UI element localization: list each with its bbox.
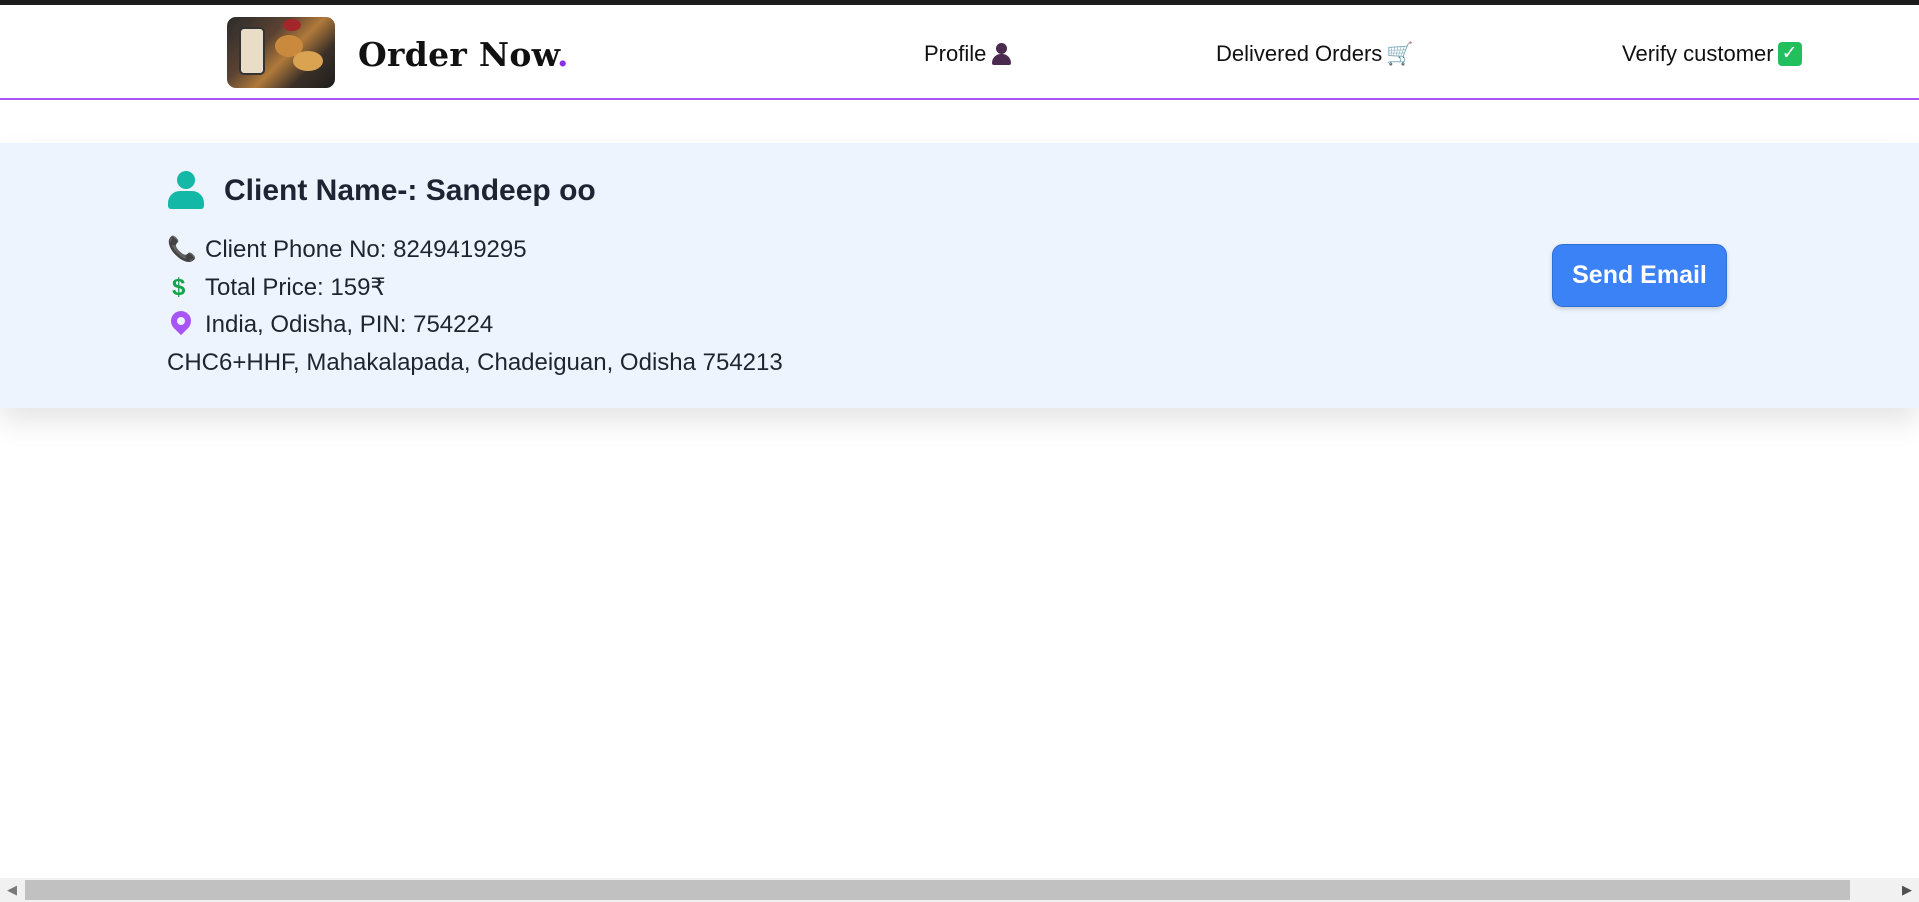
navbar: Order Now. Profile Delivered Orders 🛒 Ve… bbox=[0, 5, 1919, 100]
scroll-left-arrow-icon[interactable]: ◀ bbox=[4, 881, 20, 899]
dollar-icon: $ bbox=[172, 273, 186, 301]
brand-dot: . bbox=[557, 35, 569, 74]
logo-phone-graphic bbox=[239, 27, 265, 75]
total-price-row: $ Total Price: 159₹ bbox=[167, 273, 386, 302]
user-icon bbox=[168, 171, 204, 209]
horizontal-scrollbar[interactable]: ◀ ▶ bbox=[0, 878, 1919, 902]
cart-emoji-icon: 🛒 bbox=[1386, 41, 1414, 66]
client-name: Client Name-: Sandeep oo bbox=[224, 174, 596, 207]
address-row: CHC6+HHF, Mahakalapada, Chadeiguan, Odis… bbox=[167, 349, 783, 377]
scroll-right-arrow-icon[interactable]: ▶ bbox=[1899, 881, 1915, 899]
check-emoji-icon: ✓ bbox=[1777, 42, 1802, 66]
order-card: Client Name-: Sandeep oo 📞 Client Phone … bbox=[0, 143, 1919, 408]
scrollbar-thumb[interactable] bbox=[25, 880, 1850, 900]
brand-text: Order Now bbox=[358, 35, 558, 74]
nav-delivered-orders-label: Delivered Orders bbox=[1216, 41, 1383, 66]
nav-profile-link[interactable]: Profile bbox=[924, 41, 1012, 67]
client-phone-text: Client Phone No: 8249419295 bbox=[205, 235, 527, 263]
phone-icon: 📞 bbox=[167, 236, 197, 263]
nav-verify-customer-label: Verify customer bbox=[1622, 41, 1774, 66]
nav-profile-label: Profile bbox=[924, 41, 987, 66]
address-text: CHC6+HHF, Mahakalapada, Chadeiguan, Odis… bbox=[167, 349, 783, 376]
logo-image[interactable] bbox=[227, 17, 335, 88]
location-row: India, Odisha, PIN: 754224 bbox=[166, 306, 494, 339]
client-phone-row: 📞 Client Phone No: 8249419295 bbox=[167, 235, 527, 264]
location-text: India, Odisha, PIN: 754224 bbox=[205, 311, 494, 338]
brand-title[interactable]: Order Now. bbox=[358, 35, 569, 74]
nav-delivered-orders-link[interactable]: Delivered Orders 🛒 bbox=[1216, 41, 1414, 67]
logo-food-graphic bbox=[293, 51, 323, 71]
send-email-button[interactable]: Send Email bbox=[1552, 244, 1727, 307]
total-price-text: Total Price: 159₹ bbox=[205, 274, 386, 301]
user-emoji-icon bbox=[990, 42, 1012, 66]
logo-sauce-graphic bbox=[283, 19, 301, 31]
nav-verify-customer-link[interactable]: Verify customer ✓ bbox=[1622, 41, 1802, 67]
map-pin-icon bbox=[166, 306, 205, 339]
